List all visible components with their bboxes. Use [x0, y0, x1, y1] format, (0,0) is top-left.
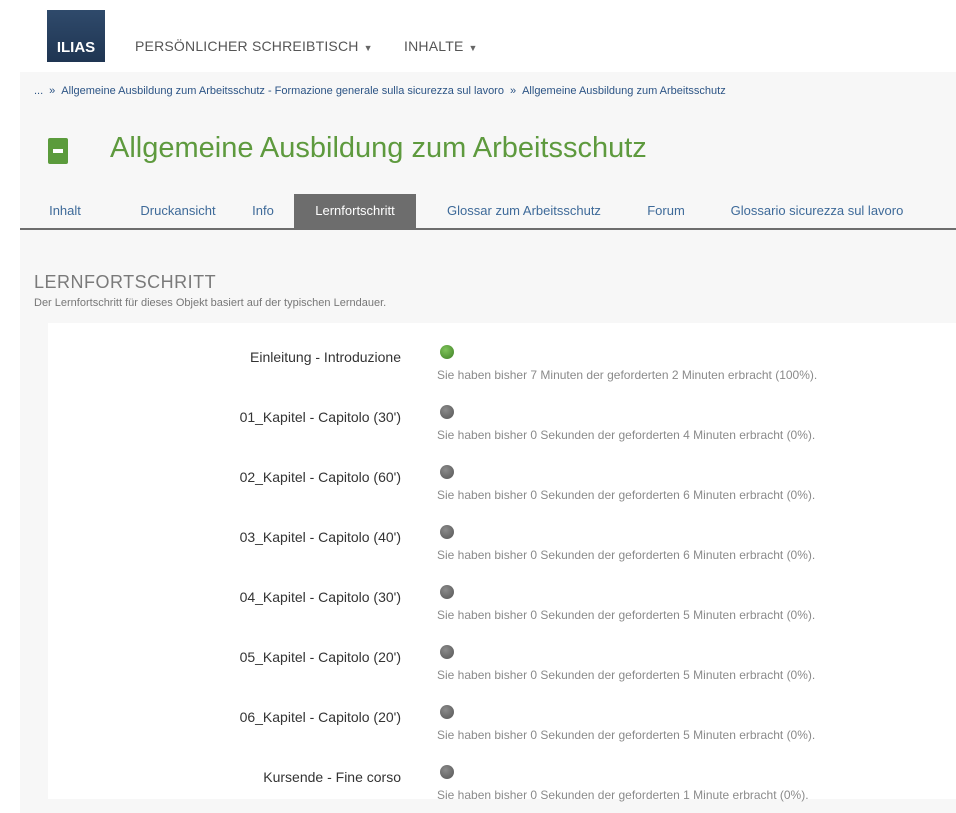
tab-glossario[interactable]: Glossario sicurezza sul lavoro: [712, 194, 922, 228]
status-not-attempted-icon: [440, 645, 454, 659]
status-not-attempted-icon: [440, 405, 454, 419]
breadcrumb-item-course[interactable]: Allgemeine Ausbildung zum Arbeitsschutz …: [61, 85, 504, 97]
progress-info: Sie haben bisher 0 Sekunden der geforder…: [437, 608, 816, 622]
learning-module-icon: [48, 138, 68, 164]
chapter-label: 01_Kapitel - Capitolo (30'): [239, 409, 401, 425]
chapter-label: 06_Kapitel - Capitolo (20'): [239, 709, 401, 725]
progress-info: Sie haben bisher 0 Sekunden der geforder…: [437, 488, 816, 502]
status-not-attempted-icon: [440, 585, 454, 599]
menu-content-label: INHALTE: [404, 38, 464, 54]
top-bar: ILIAS PERSÖNLICHER SCHREIBTISCH ▼ INHALTE…: [0, 0, 956, 70]
progress-info: Sie haben bisher 0 Sekunden der geforder…: [437, 548, 816, 562]
status-completed-icon: [440, 345, 454, 359]
status-not-attempted-icon: [440, 465, 454, 479]
chapter-label: 02_Kapitel - Capitolo (60'): [239, 469, 401, 485]
chapter-label: 04_Kapitel - Capitolo (30'): [239, 589, 401, 605]
menu-content[interactable]: INHALTE ▼: [404, 38, 478, 54]
ilias-logo[interactable]: ILIAS: [47, 10, 105, 62]
page-title: Allgemeine Ausbildung zum Arbeitsschutz: [110, 132, 647, 164]
menu-personal-desktop-label: PERSÖNLICHER SCHREIBTISCH: [135, 38, 359, 54]
progress-info: Sie haben bisher 0 Sekunden der geforder…: [437, 428, 816, 442]
progress-info: Sie haben bisher 7 Minuten der gefordert…: [437, 368, 818, 382]
progress-row: 06_Kapitel - Capitolo (20') Sie haben bi…: [48, 693, 956, 753]
progress-panel: Einleitung - Introduzione Sie haben bish…: [48, 323, 956, 802]
progress-row: 05_Kapitel - Capitolo (20') Sie haben bi…: [48, 633, 956, 693]
progress-row: 04_Kapitel - Capitolo (30') Sie haben bi…: [48, 573, 956, 633]
breadcrumb-ellipsis[interactable]: ...: [34, 85, 43, 97]
section-description: Der Lernfortschritt für dieses Objekt ba…: [34, 297, 387, 309]
progress-row: 01_Kapitel - Capitolo (30') Sie haben bi…: [48, 393, 956, 453]
chapter-label: 03_Kapitel - Capitolo (40'): [239, 529, 401, 545]
chapter-label: 05_Kapitel - Capitolo (20'): [239, 649, 401, 665]
breadcrumb: ... » Allgemeine Ausbildung zum Arbeitssch…: [34, 85, 726, 97]
status-not-attempted-icon: [440, 765, 454, 779]
tab-lernfortschritt[interactable]: Lernfortschritt: [294, 194, 416, 228]
chapter-label: Kursende - Fine corso: [263, 769, 401, 785]
tab-forum[interactable]: Forum: [637, 194, 695, 228]
progress-info: Sie haben bisher 0 Sekunden der geforder…: [437, 668, 816, 682]
breadcrumb-separator: »: [509, 85, 517, 97]
progress-row: 03_Kapitel - Capitolo (40') Sie haben bi…: [48, 513, 956, 573]
status-not-attempted-icon: [440, 705, 454, 719]
breadcrumb-item-module[interactable]: Allgemeine Ausbildung zum Arbeitsschutz: [522, 85, 726, 97]
progress-info: Sie haben bisher 0 Sekunden der geforder…: [437, 788, 809, 802]
tab-druckansicht[interactable]: Druckansicht: [118, 194, 238, 228]
tab-glossar[interactable]: Glossar zum Arbeitsschutz: [428, 194, 620, 228]
chapter-label: Einleitung - Introduzione: [250, 349, 401, 365]
tab-info[interactable]: Info: [241, 194, 285, 228]
progress-row: Einleitung - Introduzione Sie haben bish…: [48, 333, 956, 393]
progress-row: 02_Kapitel - Capitolo (60') Sie haben bi…: [48, 453, 956, 513]
breadcrumb-separator: »: [49, 85, 56, 97]
tab-inhalt[interactable]: Inhalt: [30, 194, 100, 228]
progress-info: Sie haben bisher 0 Sekunden der geforder…: [437, 728, 816, 742]
progress-row: Kursende - Fine corso Sie haben bisher 0…: [48, 753, 956, 813]
menu-personal-desktop[interactable]: PERSÖNLICHER SCHREIBTISCH ▼: [135, 38, 373, 54]
chevron-down-icon: ▼: [468, 43, 478, 53]
chevron-down-icon: ▼: [363, 43, 373, 53]
status-not-attempted-icon: [440, 525, 454, 539]
section-title: LERNFORTSCHRITT: [34, 272, 217, 292]
tab-bar: Inhalt Druckansicht Info Lernfortschritt…: [20, 194, 956, 230]
